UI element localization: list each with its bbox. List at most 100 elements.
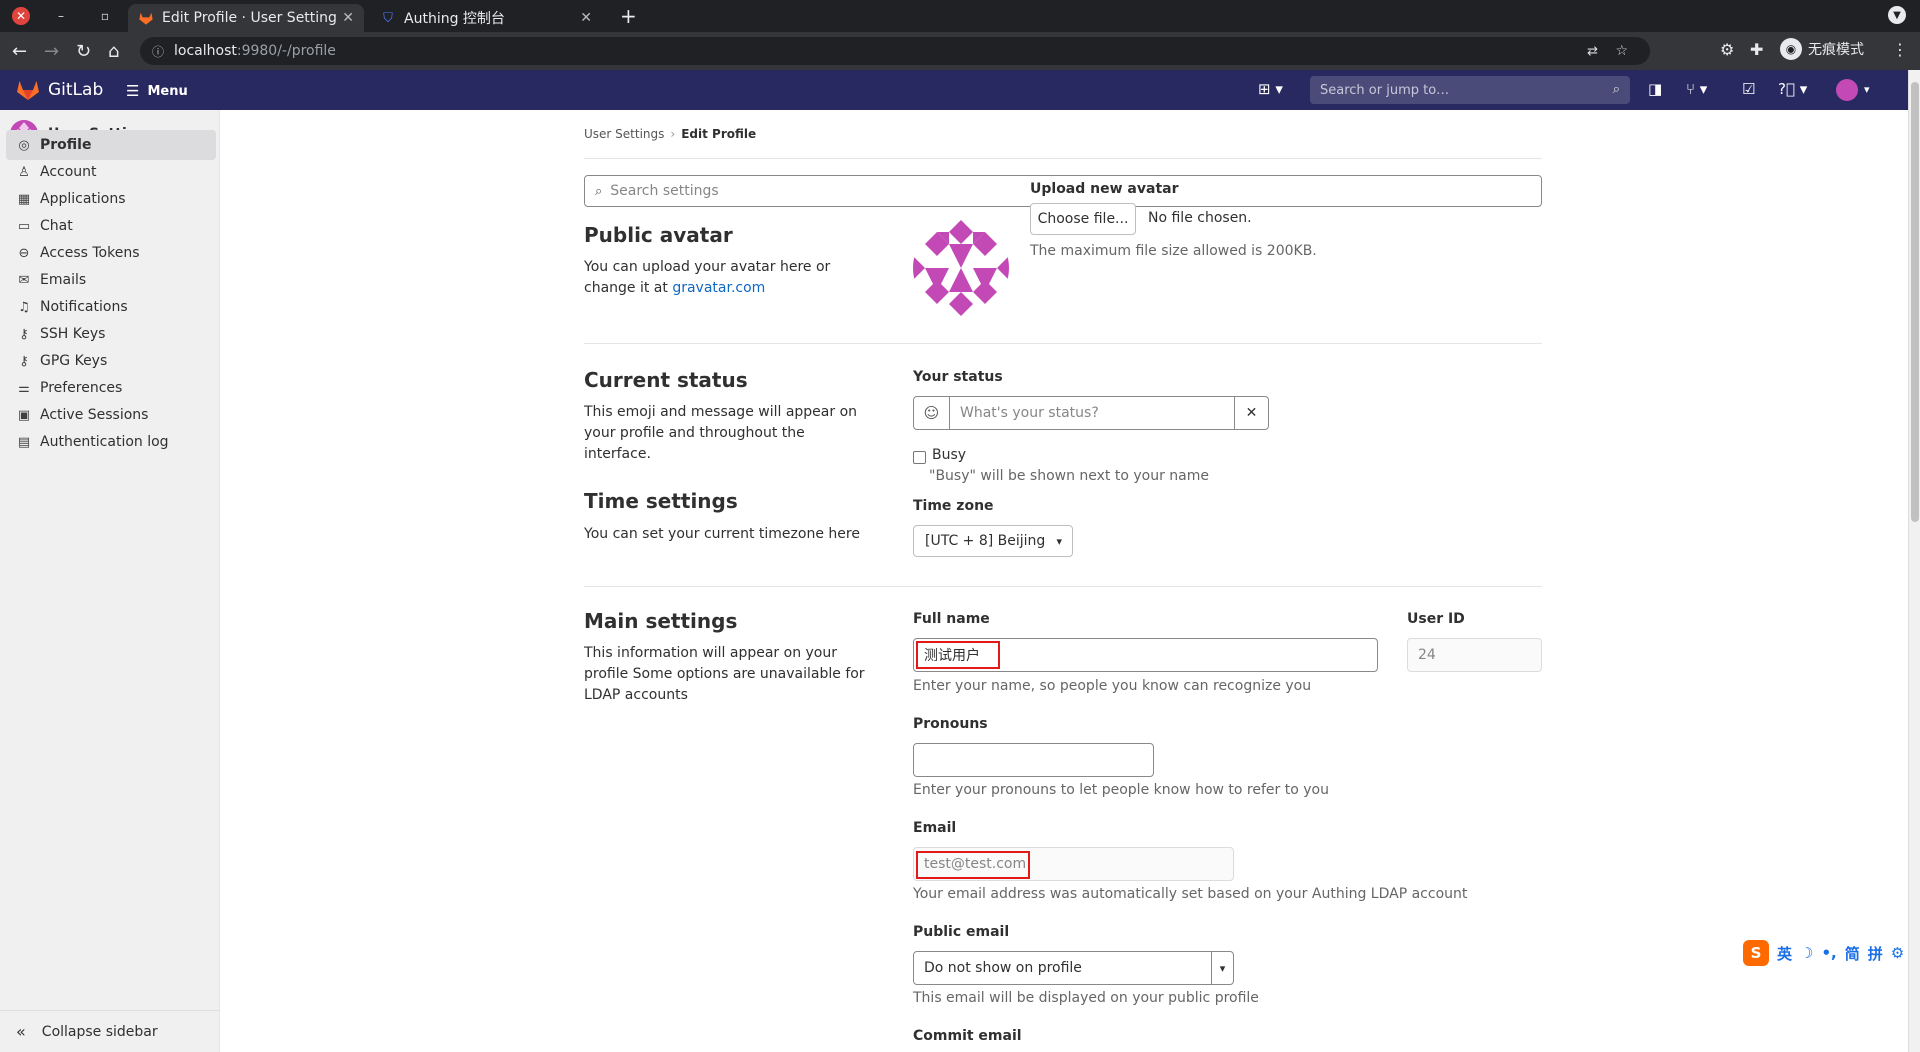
account-icon: ♙ — [18, 164, 30, 180]
key-icon: ⚷ — [19, 353, 29, 369]
home-icon[interactable]: ⌂ — [108, 41, 119, 62]
sidebar-item-ssh-keys[interactable]: ⚷ SSH Keys — [6, 319, 216, 349]
sidebar-item-profile[interactable]: ◎ Profile — [6, 130, 216, 160]
chevron-down-icon: ▾ — [1211, 952, 1233, 984]
sidebar-item-chat[interactable]: ▭ Chat — [6, 211, 216, 241]
sidebar-item-access-tokens[interactable]: ⊖ Access Tokens — [6, 238, 216, 268]
sidebar-item-gpg-keys[interactable]: ⚷ GPG Keys — [6, 346, 216, 376]
sidebar-item-preferences[interactable]: ⚌ Preferences — [6, 373, 216, 403]
current-status-desc: This emoji and message will appear on yo… — [584, 404, 858, 462]
main-settings-desc: This information will appear on your pro… — [584, 645, 865, 703]
busy-checkbox[interactable] — [913, 451, 926, 464]
page-scrollbar[interactable] — [1908, 70, 1920, 1052]
breadcrumb-parent[interactable]: User Settings — [584, 127, 664, 141]
shield-favicon-icon: ⛉ — [383, 10, 393, 26]
current-status-heading: Current status — [584, 368, 748, 392]
preferences-icon: ⚌ — [18, 380, 30, 396]
sidebar-item-label: Applications — [40, 191, 126, 207]
breadcrumb-current: Edit Profile — [681, 127, 757, 141]
highlight-box — [916, 851, 1030, 879]
max-size-help: The maximum file size allowed is 200KB. — [1030, 243, 1317, 259]
merge-requests-icon[interactable]: ⑂ ▾ — [1686, 80, 1707, 98]
ime-toolbar[interactable]: S 英 ☽ •, 简 拼 ⚙ — [1743, 940, 1904, 966]
browser-toolbar: ← → ↻ ⌂ ⓘ localhost :9980/-/profile ⇄ ☆ … — [0, 32, 1920, 70]
timezone-dropdown[interactable]: [UTC + 8] Beijing ▾ — [913, 525, 1073, 557]
back-icon[interactable]: ← — [12, 41, 27, 62]
ime-mode-pinyin[interactable]: 拼 — [1868, 943, 1883, 964]
ime-lang[interactable]: 英 — [1777, 943, 1792, 964]
brand-name: GitLab — [48, 80, 104, 100]
tab-close-icon[interactable]: ✕ — [342, 10, 354, 26]
monitor-icon: ▣ — [17, 407, 31, 423]
punctuation-icon[interactable]: •, — [1821, 944, 1836, 962]
status-input[interactable]: What's your status? — [950, 397, 1234, 429]
pronouns-label: Pronouns — [913, 716, 988, 732]
hamburger-icon: ☰ — [126, 82, 140, 100]
browser-tab-gitlab[interactable]: Edit Profile · User Settings ✕ — [128, 4, 364, 32]
forward-icon[interactable]: → — [44, 41, 59, 62]
upload-avatar-label: Upload new avatar — [1030, 181, 1179, 197]
tab-close-icon[interactable]: ✕ — [580, 10, 592, 26]
incognito-label: 无痕模式 — [1808, 42, 1864, 58]
token-icon: ⊖ — [18, 245, 30, 261]
sidebar-item-label: Preferences — [40, 380, 123, 396]
bookmark-star-icon[interactable]: ☆ — [1615, 43, 1628, 59]
public-email-select[interactable]: Do not show on profile ▾ — [913, 951, 1234, 985]
moon-icon[interactable]: ☽ — [1800, 944, 1813, 962]
sidebar-item-label: Chat — [40, 218, 73, 234]
scrollbar-thumb[interactable] — [1911, 82, 1919, 522]
help-icon[interactable]: ?⃝ ▾ — [1778, 80, 1807, 98]
gear-icon[interactable]: ⚙ — [1891, 944, 1904, 962]
collapse-sidebar-label: Collapse sidebar — [41, 1023, 158, 1040]
clear-status-icon[interactable]: ✕ — [1234, 397, 1268, 429]
chevron-down-icon: ▾ — [1056, 534, 1062, 548]
no-file-chosen-text: No file chosen. — [1148, 210, 1252, 226]
sidebar-item-notifications[interactable]: ♫ Notifications — [6, 292, 216, 322]
sidebar-item-authentication-log[interactable]: ▤ Authentication log — [6, 427, 216, 457]
emoji-picker-icon[interactable]: ☺ — [914, 397, 950, 429]
window-maximize-icon[interactable]: ▫ — [96, 7, 114, 25]
translate-icon[interactable]: ⇄ — [1587, 44, 1598, 59]
todos-icon[interactable]: ☑ — [1742, 80, 1755, 98]
bell-icon: ♫ — [18, 299, 30, 315]
sidebar-item-account[interactable]: ♙ Account — [6, 157, 216, 187]
divider — [584, 586, 1542, 587]
ime-mode-simplified[interactable]: 简 — [1845, 943, 1860, 964]
incognito-indicator[interactable]: ◉ 无痕模式 — [1780, 38, 1864, 60]
sidebar-item-applications[interactable]: ▦ Applications — [6, 184, 216, 214]
collapse-sidebar-button[interactable]: « Collapse sidebar — [0, 1010, 219, 1052]
timezone-label: Time zone — [913, 498, 994, 514]
extension-icon[interactable]: ⚙ — [1720, 40, 1734, 59]
address-bar[interactable]: ⓘ localhost :9980/-/profile ⇄ ☆ — [140, 37, 1650, 65]
puzzle-icon[interactable]: ✚ — [1750, 40, 1763, 59]
user-avatar[interactable] — [1836, 79, 1858, 101]
pronouns-input[interactable] — [913, 743, 1154, 777]
search-icon: ⌕ — [595, 183, 603, 199]
window-minimize-icon[interactable]: – — [52, 7, 70, 25]
gravatar-link[interactable]: gravatar.com — [672, 280, 765, 296]
sidebar-item-label: Notifications — [40, 299, 128, 315]
window-close-icon[interactable]: ✕ — [12, 7, 30, 25]
log-icon: ▤ — [17, 434, 31, 450]
sidebar-item-active-sessions[interactable]: ▣ Active Sessions — [6, 400, 216, 430]
new-item-icon[interactable]: ⊞ ▾ — [1258, 80, 1283, 98]
reload-icon[interactable]: ↻ — [76, 41, 91, 62]
double-chevron-left-icon: « — [16, 1022, 26, 1041]
global-search-input[interactable]: Search or jump to… ⌕ — [1310, 76, 1630, 104]
search-settings-placeholder: Search settings — [610, 183, 719, 199]
issues-icon[interactable]: ◨ — [1648, 80, 1662, 98]
menu-button[interactable]: ☰ Menu — [126, 82, 188, 100]
site-info-icon[interactable]: ⓘ — [152, 43, 164, 60]
gitlab-logo[interactable]: GitLab — [16, 79, 103, 101]
new-tab-icon[interactable]: + — [620, 4, 637, 28]
chevron-down-icon[interactable]: ▾ — [1864, 83, 1870, 96]
tab-search-icon[interactable]: ▼ — [1888, 6, 1906, 24]
choose-file-button[interactable]: Choose file... — [1030, 203, 1136, 235]
sidebar-item-emails[interactable]: ✉ Emails — [6, 265, 216, 295]
menu-label: Menu — [147, 83, 188, 99]
browser-tab-authing[interactable]: ⛉ Authing 控制台 ✕ — [370, 4, 602, 32]
email-help: Your email address was automatically set… — [913, 886, 1468, 902]
public-avatar-heading: Public avatar — [584, 223, 733, 247]
full-name-help: Enter your name, so people you know can … — [913, 678, 1312, 694]
browser-menu-icon[interactable]: ⋮ — [1892, 40, 1908, 59]
